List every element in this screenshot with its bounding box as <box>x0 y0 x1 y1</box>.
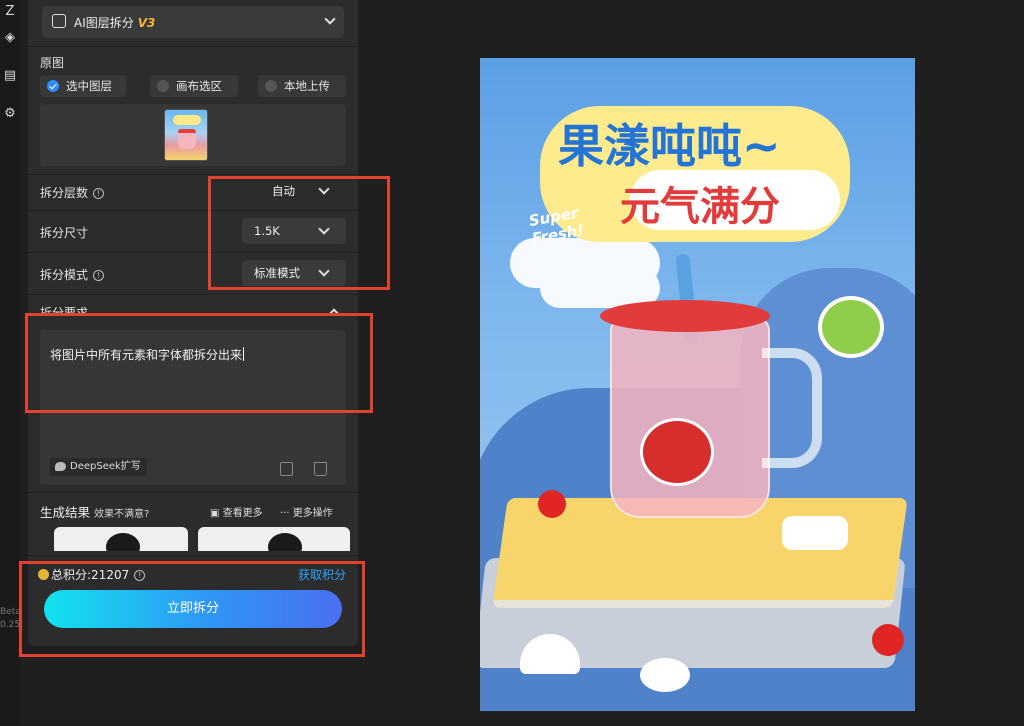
info-icon[interactable]: ! <box>93 188 105 199</box>
template-icon[interactable] <box>280 462 293 476</box>
more-actions-link[interactable]: ··· 更多操作 <box>280 504 333 519</box>
green-apple-sticker <box>818 296 884 358</box>
layers-count-label: 拆分层数! <box>40 184 105 201</box>
apple-sticker <box>640 418 714 486</box>
source-option-canvas-selection[interactable]: 画布选区 <box>150 75 238 97</box>
trash-icon[interactable] <box>314 462 327 476</box>
deepseek-expand-button[interactable]: DeepSeek扩写 <box>50 458 147 476</box>
divider <box>28 174 358 175</box>
source-option-selected-layer[interactable]: 选中图层 <box>40 75 126 97</box>
feedback-link[interactable]: 效果不满意? <box>94 509 149 520</box>
brand-icon[interactable]: Z <box>2 4 18 20</box>
results-label: 生成结果 效果不满意? <box>40 505 150 520</box>
split-mode-label: 拆分模式! <box>40 266 105 283</box>
chevron-down-icon <box>324 13 336 25</box>
cup-lid <box>600 300 770 332</box>
layers-icon[interactable]: ◈ <box>2 30 18 46</box>
result-thumbnail[interactable] <box>54 527 188 551</box>
artwork-title-line2: 元气满分 <box>620 184 780 230</box>
gear-icon[interactable]: ⚙ <box>2 106 18 122</box>
version-label: Beta 0.25 <box>0 607 21 630</box>
source-thumbnail-area <box>40 104 346 166</box>
canvas-image[interactable]: 果漾吨吨~ 元气满分 Super Fresh! <box>480 58 915 711</box>
tool-select-dropdown[interactable]: AI图层拆分 V3 <box>42 6 344 38</box>
annotation-box <box>19 561 365 657</box>
result-thumbnail[interactable] <box>198 527 350 551</box>
whale-icon <box>55 462 66 471</box>
divider <box>28 555 358 556</box>
radio-icon <box>157 80 169 92</box>
info-icon[interactable]: ! <box>93 270 105 281</box>
annotation-box <box>25 313 373 413</box>
annotation-box <box>208 176 390 290</box>
source-option-local-upload[interactable]: 本地上传 <box>258 75 346 97</box>
document-icon[interactable]: ▤ <box>2 68 18 84</box>
tool-title: AI图层拆分 <box>74 16 134 30</box>
artwork-title-line1: 果漾吨吨~ <box>558 119 781 173</box>
divider <box>28 294 358 295</box>
split-size-label: 拆分尺寸 <box>40 226 89 240</box>
view-more-link[interactable]: ▣ 查看更多 <box>210 504 263 519</box>
divider <box>28 46 358 47</box>
radio-icon <box>265 80 277 92</box>
check-icon <box>47 80 59 92</box>
source-thumbnail[interactable] <box>164 109 208 161</box>
view-more-icon: ▣ <box>210 508 223 519</box>
tool-version: V3 <box>137 16 156 30</box>
source-label: 原图 <box>40 56 65 70</box>
cup-handle <box>762 348 822 468</box>
glass-cup <box>610 318 770 518</box>
layer-split-icon <box>52 14 66 28</box>
divider <box>28 492 358 493</box>
